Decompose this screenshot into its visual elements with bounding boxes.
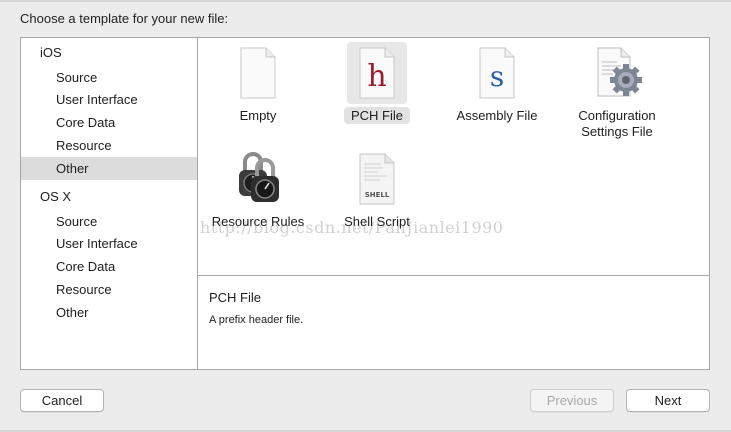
template-category-list[interactable]: iOS Source User Interface Core Data Reso… (20, 37, 198, 370)
sidebar-item-osx-resource[interactable]: Resource (21, 278, 197, 301)
previous-button[interactable]: Previous (530, 389, 614, 412)
template-configuration-settings-file[interactable]: Configuration Settings File (557, 42, 677, 142)
sidebar-item-osx-source[interactable]: Source (21, 210, 197, 233)
sidebar-item-ios-core-data[interactable]: Core Data (21, 111, 197, 134)
template-panel: Empty h PCH File s Assembly File Configu… (197, 37, 710, 370)
template-label: Shell Script (344, 214, 410, 229)
cancel-button[interactable]: Cancel (20, 389, 104, 412)
template-label-line2: Settings File (581, 124, 653, 139)
shell-script-icon: SHELL (347, 148, 407, 210)
sidebar-item-osx-other[interactable]: Other (21, 301, 197, 324)
pch-file-icon: h (347, 42, 407, 104)
configuration-settings-file-icon (587, 42, 647, 104)
sidebar-group-ios[interactable]: iOS (21, 41, 197, 64)
template-label: Assembly File (456, 108, 538, 123)
template-assembly-file[interactable]: s Assembly File (437, 42, 557, 132)
sidebar-item-ios-source[interactable]: Source (21, 66, 197, 89)
svg-text:h: h (367, 59, 386, 94)
template-empty[interactable]: Empty (198, 42, 318, 132)
sidebar-item-osx-core-data[interactable]: Core Data (21, 255, 197, 278)
shell-glyph: SHELL (365, 191, 390, 199)
sidebar-group-osx[interactable]: OS X (21, 185, 197, 208)
template-label: Empty (239, 108, 277, 123)
dialog-prompt: Choose a template for your new file: (20, 11, 229, 26)
template-shell-script[interactable]: SHELL Shell Script (317, 148, 437, 238)
window-top-edge (0, 0, 731, 2)
assembly-file-icon: s (467, 42, 527, 104)
svg-text:s: s (490, 60, 504, 93)
sidebar-item-ios-resource[interactable]: Resource (21, 134, 197, 157)
template-grid: Empty h PCH File s Assembly File Configu… (198, 38, 709, 275)
template-pch-file[interactable]: h PCH File (317, 42, 437, 132)
template-label-line1: Configuration (578, 108, 656, 123)
empty-file-icon (228, 42, 288, 104)
template-label: Resource Rules (211, 214, 305, 229)
detail-description: A prefix header file. (209, 314, 304, 326)
sidebar-item-osx-user-interface[interactable]: User Interface (21, 232, 197, 255)
template-label-text: PCH File (343, 107, 410, 124)
sidebar-item-ios-other[interactable]: Other (21, 157, 197, 180)
template-resource-rules[interactable]: Resource Rules (198, 148, 318, 238)
resource-rules-icon (228, 148, 288, 210)
next-button[interactable]: Next (626, 389, 710, 412)
template-label: PCH File (317, 107, 437, 124)
sidebar-item-ios-user-interface[interactable]: User Interface (21, 88, 197, 111)
detail-title: PCH File (209, 290, 262, 305)
detail-divider (198, 275, 709, 276)
